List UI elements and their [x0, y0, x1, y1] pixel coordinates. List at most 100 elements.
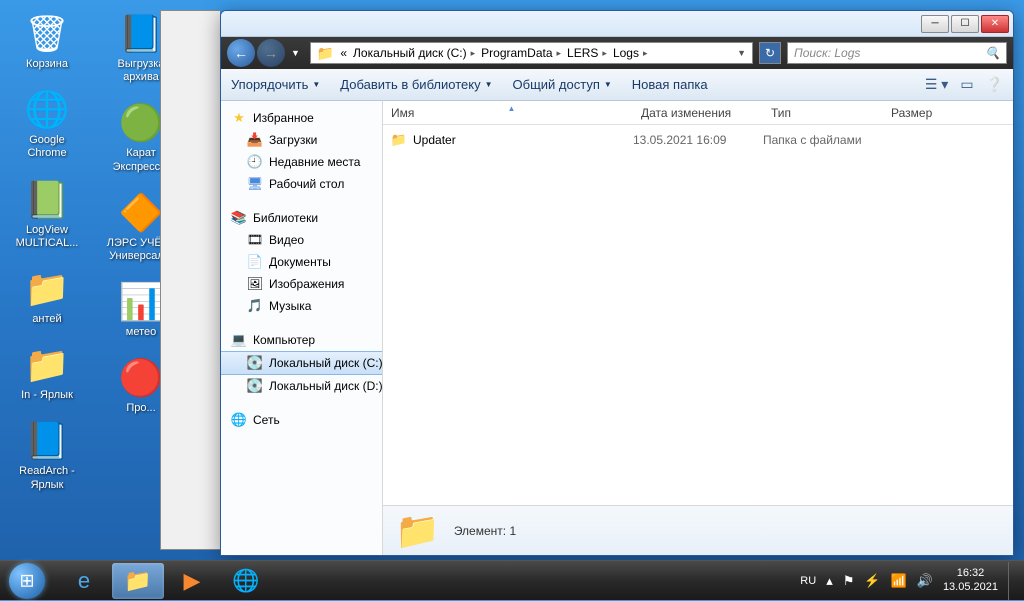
chevron-down-icon: ▼: [485, 80, 493, 89]
chevron-down-icon[interactable]: ▼: [737, 48, 746, 58]
app-icon: 📗: [23, 176, 71, 224]
search-icon: 🔍: [985, 46, 1000, 60]
desktop-icon-label: Про...: [126, 402, 155, 415]
explorer-window: ─ ☐ ✕ ← → ▼ 📁 « Локальный диск (C:)▸ Pro…: [220, 10, 1014, 556]
sidebar-item-desktop[interactable]: 🖥Рабочий стол: [221, 173, 382, 195]
recent-icon: 🕘: [247, 154, 263, 170]
music-icon: 🎵: [247, 298, 263, 314]
sidebar-item-music[interactable]: 🎵Музыка: [221, 295, 382, 317]
time: 16:32: [943, 567, 998, 580]
taskbar-items: e 📁 ▶ 🌐: [58, 563, 272, 599]
folder-icon: 📁: [317, 45, 334, 62]
details-pane: 📁 Элемент: 1: [383, 505, 1013, 555]
computer-icon: 💻: [231, 332, 247, 348]
breadcrumb-path[interactable]: 📁 « Локальный диск (C:)▸ ProgramData▸ LE…: [310, 42, 753, 64]
col-date[interactable]: Дата изменения: [633, 106, 763, 120]
flag-icon[interactable]: ⚑: [843, 573, 855, 589]
file-date: 13.05.2021 16:09: [633, 133, 763, 147]
library-icon: 📚: [231, 210, 247, 226]
search-input[interactable]: Поиск: Logs 🔍: [787, 42, 1007, 64]
back-button[interactable]: ←: [227, 39, 255, 67]
desktop-icon-readarch[interactable]: 📘ReadArch - Ярлык: [10, 417, 84, 491]
maximize-button[interactable]: ☐: [951, 15, 979, 33]
col-size[interactable]: Размер: [883, 106, 1013, 120]
breadcrumb-segment[interactable]: LERS▸: [567, 46, 607, 60]
start-button[interactable]: [0, 561, 54, 601]
app-icon: 📘: [23, 417, 71, 465]
document-icon: 📄: [247, 254, 263, 270]
recycle-bin-icon: 🗑: [23, 10, 71, 58]
chrome-icon: 🌐: [23, 86, 71, 134]
file-name: Updater: [413, 133, 456, 147]
breadcrumb-segment[interactable]: «: [340, 46, 347, 60]
sidebar-item-pictures[interactable]: 🖼Изображения: [221, 273, 382, 295]
share-menu[interactable]: Общий доступ▼: [513, 77, 612, 92]
help-icon[interactable]: ❔: [986, 76, 1003, 93]
organize-menu[interactable]: Упорядочить▼: [231, 77, 320, 92]
titlebar[interactable]: ─ ☐ ✕: [221, 11, 1013, 37]
desktop-icon-recycle[interactable]: 🗑Корзина: [10, 10, 84, 71]
app-icon: 🔶: [117, 189, 165, 237]
breadcrumb-segment[interactable]: Локальный диск (C:)▸: [353, 46, 475, 60]
show-desktop-button[interactable]: [1008, 562, 1016, 600]
desktop-icon: 🖥: [247, 176, 263, 192]
col-name[interactable]: ▲Имя: [383, 106, 633, 120]
sidebar-network[interactable]: 🌐Сеть: [221, 409, 382, 431]
refresh-button[interactable]: ↻: [759, 42, 781, 64]
background-window: [160, 10, 220, 550]
tray-chevron-icon[interactable]: ▴: [826, 573, 833, 589]
nav-history-dropdown[interactable]: ▼: [287, 48, 304, 58]
sort-asc-icon: ▲: [508, 104, 516, 113]
picture-icon: 🖼: [247, 276, 263, 292]
breadcrumb-segment[interactable]: ProgramData▸: [481, 46, 561, 60]
chevron-right-icon: ▸: [471, 48, 476, 59]
sidebar-item-downloads[interactable]: 📥Загрузки: [221, 129, 382, 151]
sidebar-computer[interactable]: 💻Компьютер: [221, 329, 382, 351]
view-options-icon[interactable]: ☰ ▾: [925, 76, 948, 93]
taskbar-wmp[interactable]: ▶: [166, 563, 218, 599]
file-list-pane: ▲Имя Дата изменения Тип Размер 📁Updater …: [383, 101, 1013, 555]
sidebar-item-documents[interactable]: 📄Документы: [221, 251, 382, 273]
desktop-icon-chrome[interactable]: 🌐Google Chrome: [10, 86, 84, 160]
toolbar-right: ☰ ▾ ▭ ❔: [925, 76, 1003, 93]
system-tray: RU ▴ ⚑ ⚡ 📶 🔊 16:32 13.05.2021: [800, 562, 1024, 600]
sidebar-item-disk-d[interactable]: 💽Локальный диск (D:): [221, 375, 382, 397]
taskbar-explorer[interactable]: 📁: [112, 563, 164, 599]
star-icon: ★: [231, 110, 247, 126]
disk-icon: 💽: [247, 378, 263, 394]
chevron-right-icon: ▸: [557, 48, 562, 59]
forward-button[interactable]: →: [257, 39, 285, 67]
date: 13.05.2021: [943, 581, 998, 594]
sidebar-item-video[interactable]: 🎞Видео: [221, 229, 382, 251]
toolbar: Упорядочить▼ Добавить в библиотеку▼ Общи…: [221, 69, 1013, 101]
desktop-icon-in[interactable]: 📁In - Ярлык: [10, 341, 84, 402]
sidebar-libraries[interactable]: 📚Библиотеки: [221, 207, 382, 229]
address-bar: ← → ▼ 📁 « Локальный диск (C:)▸ ProgramDa…: [221, 37, 1013, 69]
close-button[interactable]: ✕: [981, 15, 1009, 33]
chevron-right-icon: ▸: [602, 48, 607, 59]
clock[interactable]: 16:32 13.05.2021: [943, 567, 998, 593]
breadcrumb-segment[interactable]: Logs▸: [613, 46, 648, 60]
chevron-right-icon: ▸: [643, 48, 648, 59]
add-library-menu[interactable]: Добавить в библиотеку▼: [340, 77, 492, 92]
app-icon: 📘: [117, 10, 165, 58]
preview-pane-icon[interactable]: ▭: [960, 76, 973, 93]
sidebar-item-recent[interactable]: 🕘Недавние места: [221, 151, 382, 173]
sidebar-item-disk-c[interactable]: 💽Локальный диск (C:): [221, 351, 382, 375]
network-icon[interactable]: 📶: [891, 573, 907, 589]
new-folder-button[interactable]: Новая папка: [632, 77, 708, 92]
folder-icon: 📁: [23, 265, 71, 313]
desktop-icon-antei[interactable]: 📁антей: [10, 265, 84, 326]
desktop-icon-label: ReadArch - Ярлык: [10, 465, 84, 491]
sidebar-favorites[interactable]: ★Избранное: [221, 107, 382, 129]
minimize-button[interactable]: ─: [921, 15, 949, 33]
power-icon[interactable]: ⚡: [864, 573, 880, 589]
folder-icon: 📁: [391, 132, 407, 148]
col-type[interactable]: Тип: [763, 106, 883, 120]
file-row[interactable]: 📁Updater 13.05.2021 16:09 Папка с файлам…: [383, 129, 1013, 151]
taskbar-ie[interactable]: e: [58, 563, 110, 599]
volume-icon[interactable]: 🔊: [917, 573, 933, 589]
desktop-icon-logview[interactable]: 📗LogView MULTICAL...: [10, 176, 84, 250]
language-indicator[interactable]: RU: [800, 575, 816, 587]
taskbar-chrome[interactable]: 🌐: [220, 563, 272, 599]
